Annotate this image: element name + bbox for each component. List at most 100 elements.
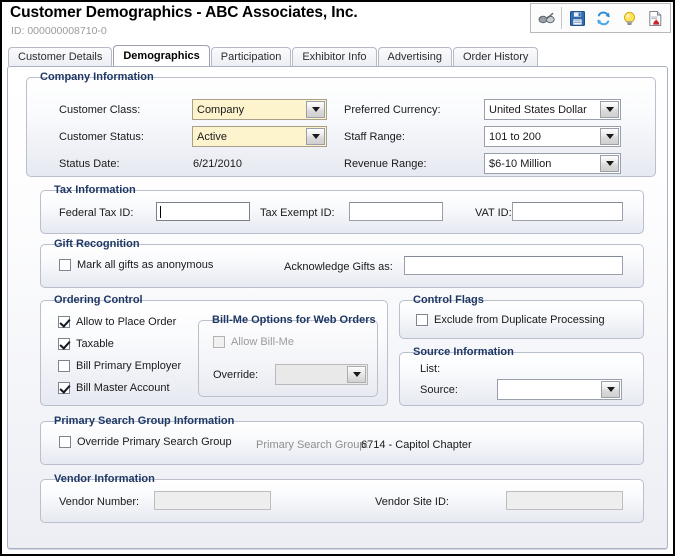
staff-range-select[interactable]: 101 to 200: [484, 126, 621, 147]
glasses-icon[interactable]: [533, 6, 559, 30]
mark-gifts-anonymous-checkbox[interactable]: Mark all gifts as anonymous: [59, 259, 213, 271]
tax-exempt-id-label: Tax Exempt ID:: [260, 207, 335, 219]
primary-search-group-group: Primary Search Group Information Overrid…: [40, 415, 644, 465]
vendor-number-label: Vendor Number:: [59, 496, 140, 508]
chevron-down-icon[interactable]: [600, 128, 619, 145]
bill-master-account-label: Bill Master Account: [76, 382, 170, 394]
mark-gifts-anonymous-label: Mark all gifts as anonymous: [77, 259, 214, 271]
customer-status-label: Customer Status:: [59, 131, 144, 143]
staff-range-label: Staff Range:: [344, 131, 405, 143]
tab-customer-details[interactable]: Customer Details: [8, 47, 113, 66]
chevron-down-icon[interactable]: [347, 366, 366, 383]
status-date-label: Status Date:: [59, 158, 120, 170]
source-information-legend: Source Information: [409, 346, 518, 358]
vendor-number-input[interactable]: [154, 491, 271, 510]
checkbox-box: [213, 336, 225, 348]
tax-information-group: Tax Information Federal Tax ID: Tax Exem…: [40, 184, 644, 234]
preferred-currency-select[interactable]: United States Dollar: [484, 99, 621, 120]
record-id: ID: 000000008710-0: [11, 25, 107, 37]
bill-me-override-value: [276, 365, 347, 384]
vat-id-label: VAT ID:: [475, 207, 512, 219]
tab-demographics[interactable]: Demographics: [113, 45, 210, 66]
tax-exempt-id-input[interactable]: [349, 202, 443, 221]
chevron-down-icon[interactable]: [600, 101, 619, 118]
customer-status-select[interactable]: Active: [192, 126, 327, 147]
vendor-site-id-input[interactable]: [506, 491, 623, 510]
federal-tax-id-label: Federal Tax ID:: [59, 207, 134, 219]
save-icon[interactable]: [564, 6, 590, 30]
override-primary-search-group-checkbox[interactable]: Override Primary Search Group: [59, 436, 232, 448]
checkbox-box: [58, 316, 70, 328]
chevron-down-icon[interactable]: [601, 381, 620, 398]
primary-search-group-legend: Primary Search Group Information: [50, 415, 239, 427]
staff-range-value: 101 to 200: [489, 130, 541, 143]
bill-me-options-group: Bill-Me Options for Web Orders Allow Bil…: [198, 314, 380, 397]
federal-tax-id-input[interactable]: [156, 202, 250, 221]
chevron-down-icon[interactable]: [600, 155, 619, 172]
primary-search-group-value: 6714 - Capitol Chapter: [361, 439, 472, 451]
source-value: [498, 380, 601, 399]
report-icon[interactable]: [642, 6, 668, 30]
company-information-legend: Company Information: [36, 71, 158, 83]
vat-id-input[interactable]: [512, 202, 623, 221]
bill-primary-employer-checkbox[interactable]: Bill Primary Employer: [58, 360, 181, 372]
customer-status-value: Active: [193, 127, 306, 146]
allow-to-place-order-checkbox[interactable]: Allow to Place Order: [58, 316, 176, 328]
bill-master-account-checkbox[interactable]: Bill Master Account: [58, 382, 170, 394]
toolbar-separator: [561, 7, 562, 29]
gift-recognition-group: Gift Recognition Mark all gifts as anony…: [40, 238, 644, 288]
refresh-icon[interactable]: [590, 6, 616, 30]
customer-class-label: Customer Class:: [59, 104, 141, 116]
bill-me-options-legend: Bill-Me Options for Web Orders: [208, 314, 380, 326]
override-primary-search-group-label: Override Primary Search Group: [77, 436, 232, 448]
tax-information-legend: Tax Information: [50, 184, 140, 196]
customer-class-select[interactable]: Company: [192, 99, 327, 120]
tab-order-history[interactable]: Order History: [452, 47, 539, 66]
tab-participation[interactable]: Participation: [210, 47, 292, 66]
checkbox-box: [59, 259, 71, 271]
demographics-panel: Company Information Customer Class: Comp…: [7, 66, 668, 549]
gift-recognition-legend: Gift Recognition: [50, 238, 144, 250]
exclude-duplicate-processing-checkbox[interactable]: Exclude from Duplicate Processing: [416, 314, 605, 326]
exclude-duplicate-processing-label: Exclude from Duplicate Processing: [434, 314, 605, 326]
list-label: List:: [420, 363, 441, 375]
bill-me-override-select[interactable]: [275, 364, 368, 385]
checkbox-box: [58, 338, 70, 350]
company-information-group: Company Information Customer Class: Comp…: [26, 71, 656, 177]
tab-advertising[interactable]: Advertising: [377, 47, 452, 66]
source-select[interactable]: [497, 379, 622, 400]
status-date-value: 6/21/2010: [193, 158, 242, 170]
taxable-checkbox[interactable]: Taxable: [58, 338, 114, 350]
tab-exhibitor-info[interactable]: Exhibitor Info: [292, 47, 377, 66]
checkbox-box: [416, 314, 428, 326]
vendor-information-group: Vendor Information Vendor Number: Vendor…: [40, 473, 644, 523]
control-flags-legend: Control Flags: [409, 294, 488, 306]
toolbar: [530, 3, 671, 33]
lightbulb-icon[interactable]: [616, 6, 642, 30]
page-title: Customer Demographics - ABC Associates, …: [10, 4, 358, 21]
ordering-control-group: Ordering Control Allow to Place Order Ta…: [40, 294, 388, 406]
acknowledge-gifts-label: Acknowledge Gifts as:: [284, 261, 393, 273]
text-caret: [160, 206, 161, 218]
vendor-site-id-label: Vendor Site ID:: [375, 496, 449, 508]
control-flags-group: Control Flags Exclude from Duplicate Pro…: [399, 294, 644, 339]
source-label: Source:: [420, 384, 458, 396]
primary-search-group-label: Primary Search Group:: [256, 439, 369, 451]
vendor-information-legend: Vendor Information: [50, 473, 159, 485]
customer-class-value: Company: [193, 100, 306, 119]
allow-bill-me-label: Allow Bill-Me: [231, 336, 294, 348]
revenue-range-value: $6-10 Million: [489, 157, 552, 170]
ordering-control-legend: Ordering Control: [50, 294, 147, 306]
taxable-label: Taxable: [76, 338, 114, 350]
revenue-range-label: Revenue Range:: [344, 158, 427, 170]
revenue-range-select[interactable]: $6-10 Million: [484, 153, 621, 174]
chevron-down-icon[interactable]: [306, 101, 325, 118]
checkbox-box: [59, 436, 71, 448]
acknowledge-gifts-input[interactable]: [404, 256, 623, 275]
source-information-group: Source Information List: Source:: [399, 346, 644, 406]
allow-bill-me-checkbox[interactable]: Allow Bill-Me: [213, 336, 294, 348]
chevron-down-icon[interactable]: [306, 128, 325, 145]
bill-primary-employer-label: Bill Primary Employer: [76, 360, 182, 372]
tab-bar: Customer Details Demographics Participat…: [8, 44, 673, 66]
window-header: Customer Demographics - ABC Associates, …: [2, 2, 673, 42]
